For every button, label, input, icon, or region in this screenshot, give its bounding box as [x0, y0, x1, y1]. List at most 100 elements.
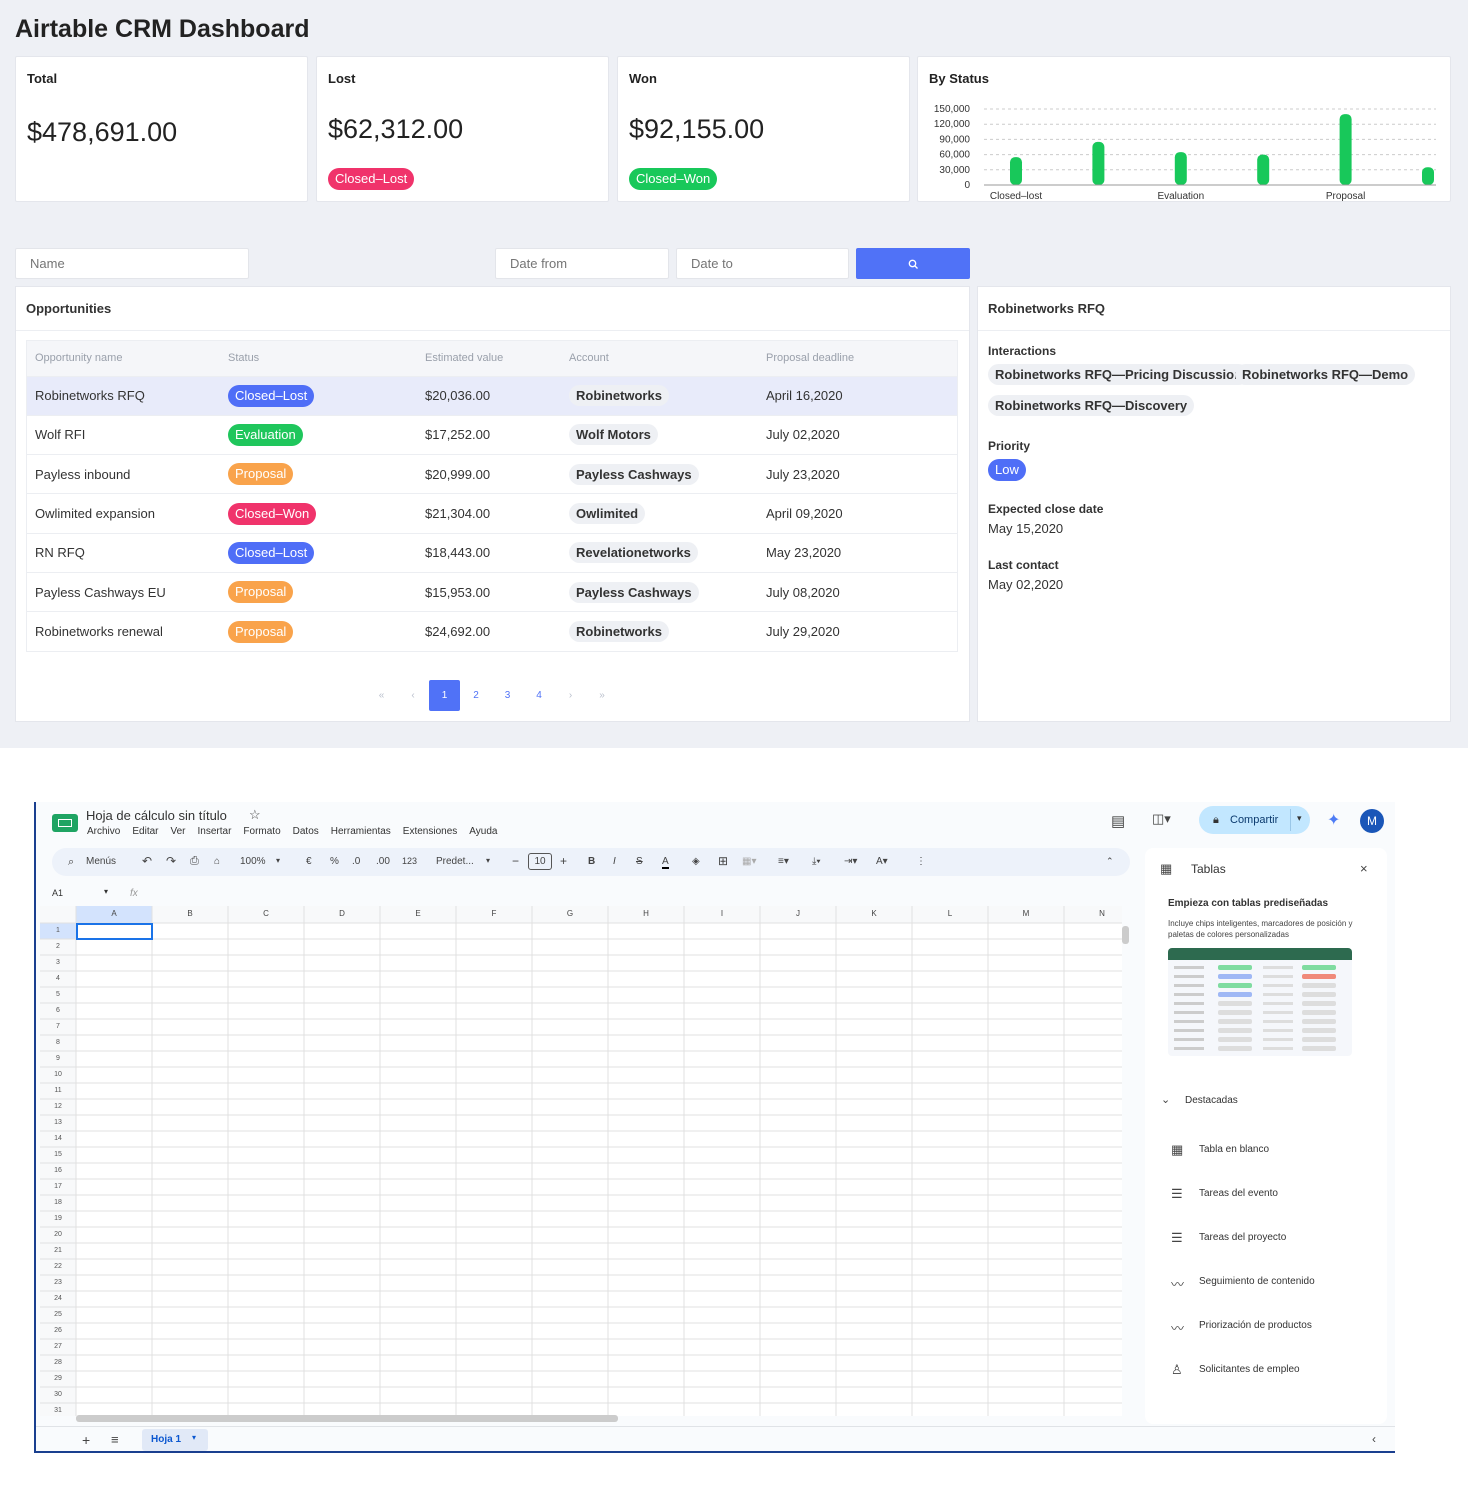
column-header[interactable]: J	[760, 909, 836, 918]
col-header[interactable]: Account	[561, 341, 758, 376]
name-box-dropdown-icon[interactable]: ▾	[104, 887, 108, 896]
font-dropdown-icon[interactable]: ▾	[486, 856, 490, 865]
template-item[interactable]: ☰ Tareas del evento	[1171, 1186, 1278, 1201]
share-button[interactable]: 🔒︎ Compartir ▾	[1199, 806, 1310, 834]
row-header[interactable]: 18	[40, 1199, 76, 1206]
menu-item[interactable]: Datos	[293, 826, 319, 837]
increase-decimal-button[interactable]: .00	[376, 856, 390, 867]
doc-title[interactable]: Hoja de cálculo sin título	[86, 808, 227, 823]
fill-color-icon[interactable]: ◈	[692, 856, 700, 867]
row-header[interactable]: 11	[40, 1087, 76, 1094]
spreadsheet-grid[interactable]: ABCDEFGHIJKLMN 1 2 3 4 5 6 7 8 9 10 11 12 13 14 15 16 17…	[40, 906, 1122, 1416]
account-chip[interactable]: Revelationetworks	[569, 542, 698, 564]
column-header[interactable]: E	[380, 909, 456, 918]
column-header[interactable]: F	[456, 909, 532, 918]
col-header[interactable]: Status	[220, 341, 417, 376]
sheet-tab-dropdown-icon[interactable]: ▾	[192, 1433, 196, 1442]
borders-icon[interactable]: ⊞	[718, 854, 728, 868]
template-item[interactable]: ▦ Tabla en blanco	[1171, 1142, 1269, 1157]
row-header[interactable]: 10	[40, 1071, 76, 1078]
menu-item[interactable]: Editar	[132, 826, 158, 837]
gemini-icon[interactable]: ✦	[1327, 810, 1340, 830]
account-chip[interactable]: Payless Cashways	[569, 463, 699, 485]
column-header[interactable]: I	[684, 909, 760, 918]
bar[interactable]	[1257, 154, 1270, 185]
horizontal-scrollbar[interactable]	[76, 1415, 618, 1422]
sheet-tab[interactable]: Hoja 1 ▾	[142, 1429, 208, 1451]
row-header[interactable]: 29	[40, 1375, 76, 1382]
undo-icon[interactable]: ↶	[142, 854, 152, 868]
font-size-decrease-icon[interactable]: −	[512, 854, 519, 868]
wrap-icon[interactable]: ⇥▾	[844, 856, 857, 867]
col-header[interactable]: Proposal deadline	[758, 341, 957, 376]
template-preview[interactable]	[1168, 948, 1352, 1056]
table-row[interactable]: RN RFQ Closed–Lost $18,443.00 Revelation…	[27, 532, 957, 573]
vertical-scrollbar[interactable]	[1122, 926, 1129, 944]
menu-item[interactable]: Herramientas	[331, 826, 391, 837]
row-header[interactable]: 15	[40, 1151, 76, 1158]
column-header[interactable]: H	[608, 909, 684, 918]
more-icon[interactable]: ⋮	[916, 856, 926, 867]
chevron-down-icon[interactable]: ⌄	[1161, 1093, 1170, 1106]
add-sheet-icon[interactable]: +	[82, 1432, 90, 1448]
star-icon[interactable]: ☆	[249, 807, 261, 823]
row-header[interactable]: 27	[40, 1343, 76, 1350]
page-button[interactable]: 1	[429, 680, 460, 711]
menu-item[interactable]: Insertar	[198, 826, 232, 837]
search-icon[interactable]: ⌕	[68, 856, 74, 869]
font-size-input[interactable]: 10	[528, 853, 552, 870]
bold-button[interactable]: B	[588, 856, 595, 867]
bar[interactable]	[1174, 152, 1187, 185]
rotate-icon[interactable]: A▾	[876, 856, 888, 867]
account-chip[interactable]: Payless Cashways	[569, 581, 699, 603]
align-icon[interactable]: ≡▾	[778, 856, 789, 867]
row-header[interactable]: 26	[40, 1327, 76, 1334]
row-header[interactable]: 30	[40, 1391, 76, 1398]
row-header[interactable]: 25	[40, 1311, 76, 1318]
avatar[interactable]: M	[1360, 809, 1384, 833]
row-header[interactable]: 8	[40, 1039, 76, 1046]
print-icon[interactable]: ⎙	[190, 855, 199, 868]
strikethrough-button[interactable]: S	[636, 856, 643, 867]
zoom-select[interactable]: 100%	[240, 856, 266, 867]
column-header[interactable]: A	[76, 909, 152, 918]
account-chip[interactable]: Owlimited	[569, 503, 646, 525]
row-header[interactable]: 24	[40, 1295, 76, 1302]
column-header[interactable]: C	[228, 909, 304, 918]
row-header[interactable]: 14	[40, 1135, 76, 1142]
column-header[interactable]: G	[532, 909, 608, 918]
name-filter-input[interactable]	[15, 248, 249, 279]
share-dropdown-icon[interactable]: ▾	[1297, 813, 1302, 824]
table-row[interactable]: Payless inbound Proposal $20,999.00 Payl…	[27, 454, 957, 494]
table-row[interactable]: Wolf RFI Evaluation $17,252.00 Wolf Moto…	[27, 414, 957, 455]
page-last-button[interactable]: »	[587, 680, 618, 711]
date-to-input[interactable]	[676, 248, 849, 279]
row-header[interactable]: 22	[40, 1263, 76, 1270]
valign-icon[interactable]: ⤓▾	[812, 856, 821, 867]
merge-cells-icon[interactable]: ▦▾	[742, 856, 756, 867]
bar[interactable]	[1339, 114, 1352, 185]
row-header[interactable]: 4	[40, 975, 76, 982]
table-row[interactable]: Robinetworks RFQ Closed–Lost $20,036.00 …	[27, 375, 957, 416]
column-header[interactable]: D	[304, 909, 380, 918]
comments-icon[interactable]: ▤	[1111, 812, 1125, 830]
row-header[interactable]: 13	[40, 1119, 76, 1126]
italic-button[interactable]: I	[613, 856, 616, 867]
menu-item[interactable]: Archivo	[87, 826, 120, 837]
col-header[interactable]: Estimated value	[417, 341, 561, 376]
page-first-button[interactable]: «	[366, 680, 397, 711]
account-chip[interactable]: Robinetworks	[569, 621, 669, 643]
percent-button[interactable]: %	[330, 856, 339, 867]
menu-item[interactable]: Extensiones	[403, 826, 457, 837]
template-item[interactable]: ♙ Solicitantes de empleo	[1171, 1362, 1300, 1377]
page-button[interactable]: 2	[461, 680, 492, 711]
row-header[interactable]: 23	[40, 1279, 76, 1286]
account-chip[interactable]: Wolf Motors	[569, 424, 658, 446]
interaction-chip[interactable]: Robinetworks RFQ—Discovery	[988, 395, 1195, 416]
page-next-button[interactable]: ›	[555, 680, 586, 711]
redo-icon[interactable]: ↷	[166, 854, 176, 868]
name-box[interactable]: A1	[52, 888, 63, 898]
account-chip[interactable]: Robinetworks	[569, 385, 669, 407]
interaction-chip[interactable]: Robinetworks RFQ—Demo	[1235, 364, 1416, 385]
row-header[interactable]: 12	[40, 1103, 76, 1110]
